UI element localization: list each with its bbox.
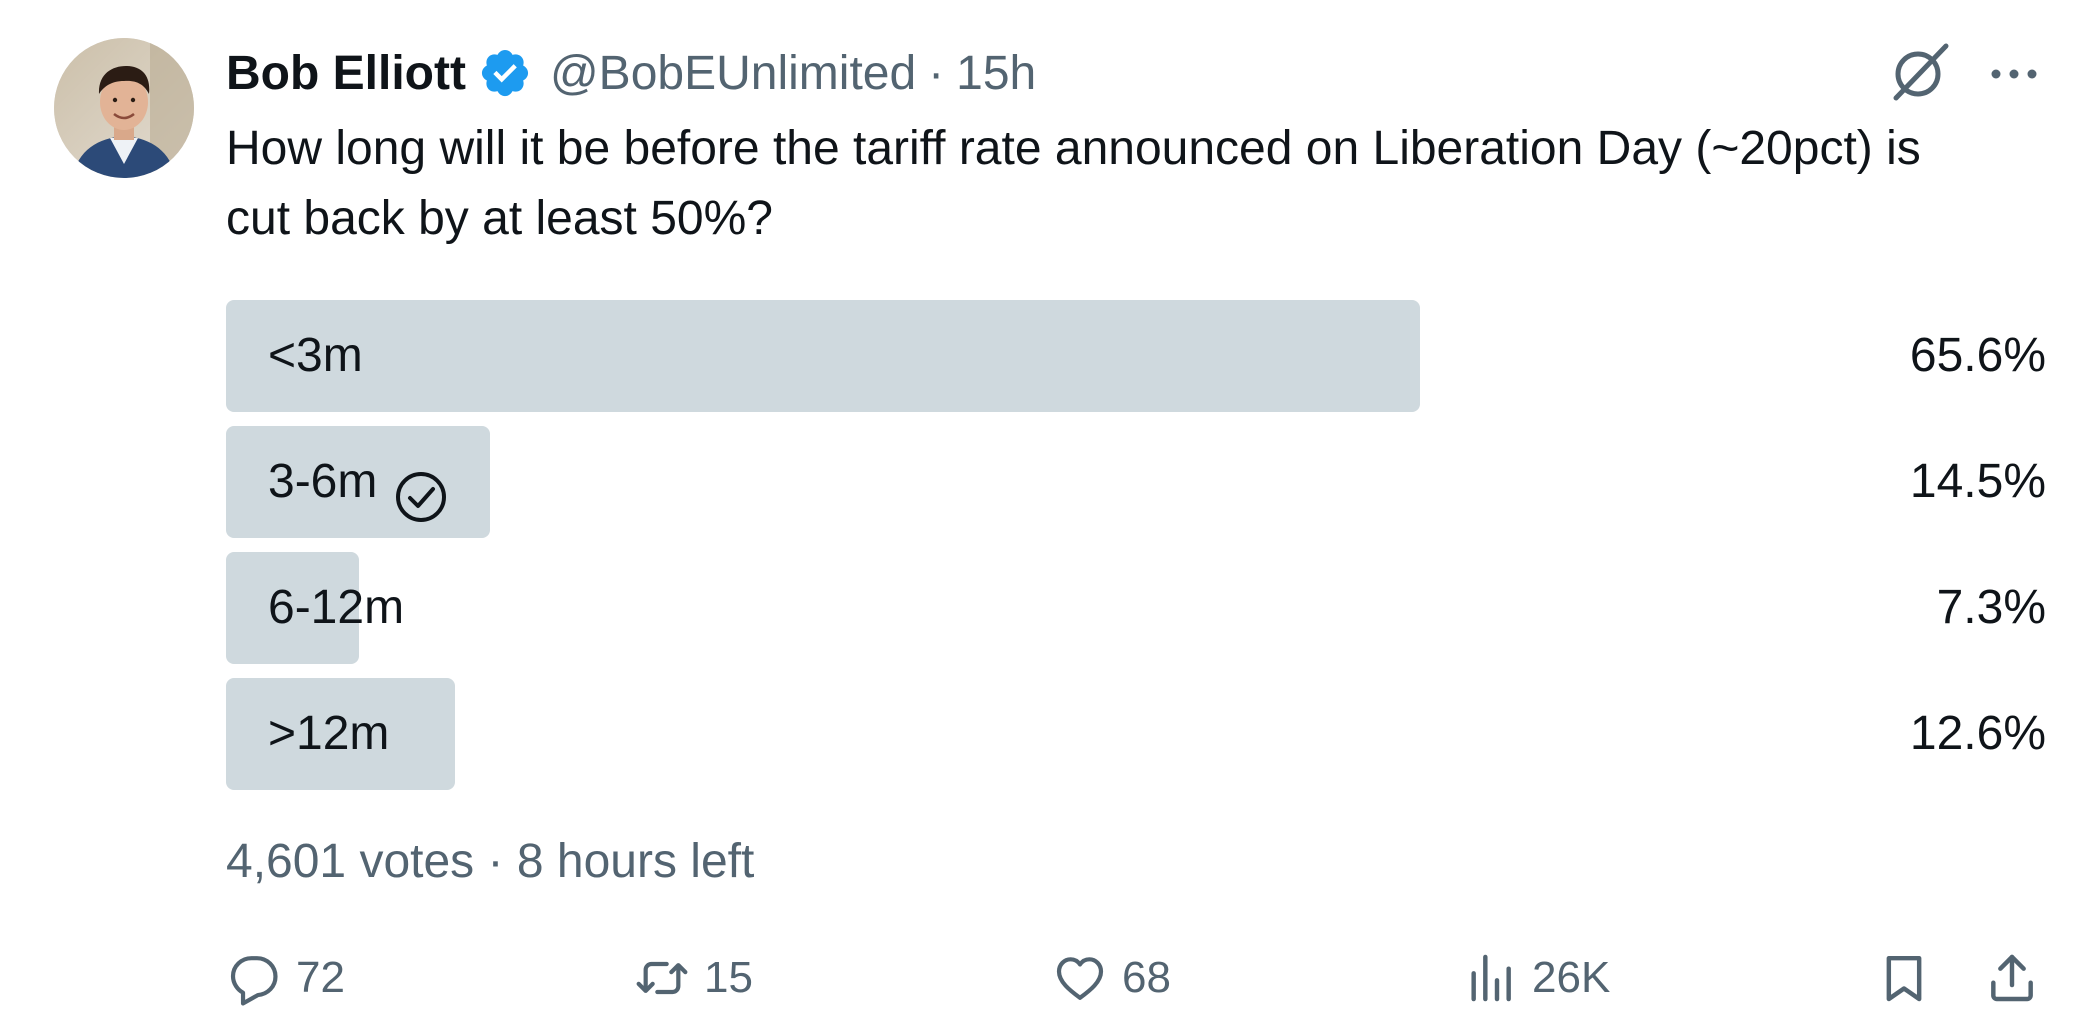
poll-option-percent: 65.6% (1909, 329, 2046, 382)
author-handle[interactable]: @BobEUnlimited (550, 46, 916, 101)
reply-button[interactable]: 72 (226, 946, 345, 1010)
reply-icon (230, 956, 278, 1006)
poll-option-percent: 12.6% (1909, 707, 2046, 760)
poll-option[interactable]: <3m 65.6% (226, 300, 2046, 412)
like-count: 68 (1122, 953, 1171, 1002)
poll-option-label: <3m (268, 300, 363, 412)
poll-option-label: 3-6m (268, 426, 449, 538)
poll-option-text: 6-12m (268, 581, 405, 634)
share-button[interactable] (1984, 946, 2040, 1010)
poll-option-text: 3-6m (268, 455, 378, 508)
poll-option-text: >12m (268, 707, 390, 760)
share-icon (1991, 954, 2033, 1002)
views-count: 26K (1532, 953, 1611, 1002)
views-button[interactable]: 26K (1462, 946, 1610, 1010)
poll-summary: 4,601 votes · 8 hours left (226, 835, 755, 888)
avatar[interactable] (54, 38, 194, 178)
author-name[interactable]: Bob Elliott (226, 46, 466, 101)
poll-bar (226, 300, 1420, 412)
tweet-text: How long will it be before the tariff ra… (226, 122, 1921, 245)
bookmark-icon (1886, 955, 1922, 1002)
poll-option-label: 6-12m (268, 552, 404, 664)
more-icon[interactable] (1984, 44, 2044, 104)
tweet: Bob Elliott @BobEUnlimited · 15h How lon… (0, 0, 2082, 1034)
voted-check-icon (393, 454, 449, 522)
meta-separator: · (928, 46, 945, 100)
heart-icon (1056, 957, 1104, 1000)
repost-button[interactable]: 15 (634, 946, 753, 1010)
repost-count: 15 (704, 953, 753, 1002)
poll-option[interactable]: 6-12m 7.3% (226, 552, 2046, 664)
repost-icon (636, 961, 688, 995)
tweet-header: Bob Elliott @BobEUnlimited · 15h (226, 40, 1036, 106)
views-icon (1471, 954, 1511, 1002)
poll-option-percent: 7.3% (1936, 581, 2046, 634)
poll-option[interactable]: 3-6m 14.5% (226, 426, 2046, 538)
reply-count: 72 (296, 953, 345, 1002)
poll-option-label: >12m (268, 678, 389, 790)
grok-icon[interactable] (1888, 40, 1952, 104)
avatar-image (54, 38, 194, 178)
poll-option-percent: 14.5% (1909, 455, 2046, 508)
poll-option-text: <3m (268, 329, 363, 382)
like-button[interactable]: 68 (1052, 946, 1171, 1010)
tweet-time[interactable]: 15h (956, 46, 1036, 101)
verified-badge-icon (478, 46, 532, 100)
poll-option[interactable]: >12m 12.6% (226, 678, 2046, 790)
bookmark-button[interactable] (1876, 946, 1932, 1010)
